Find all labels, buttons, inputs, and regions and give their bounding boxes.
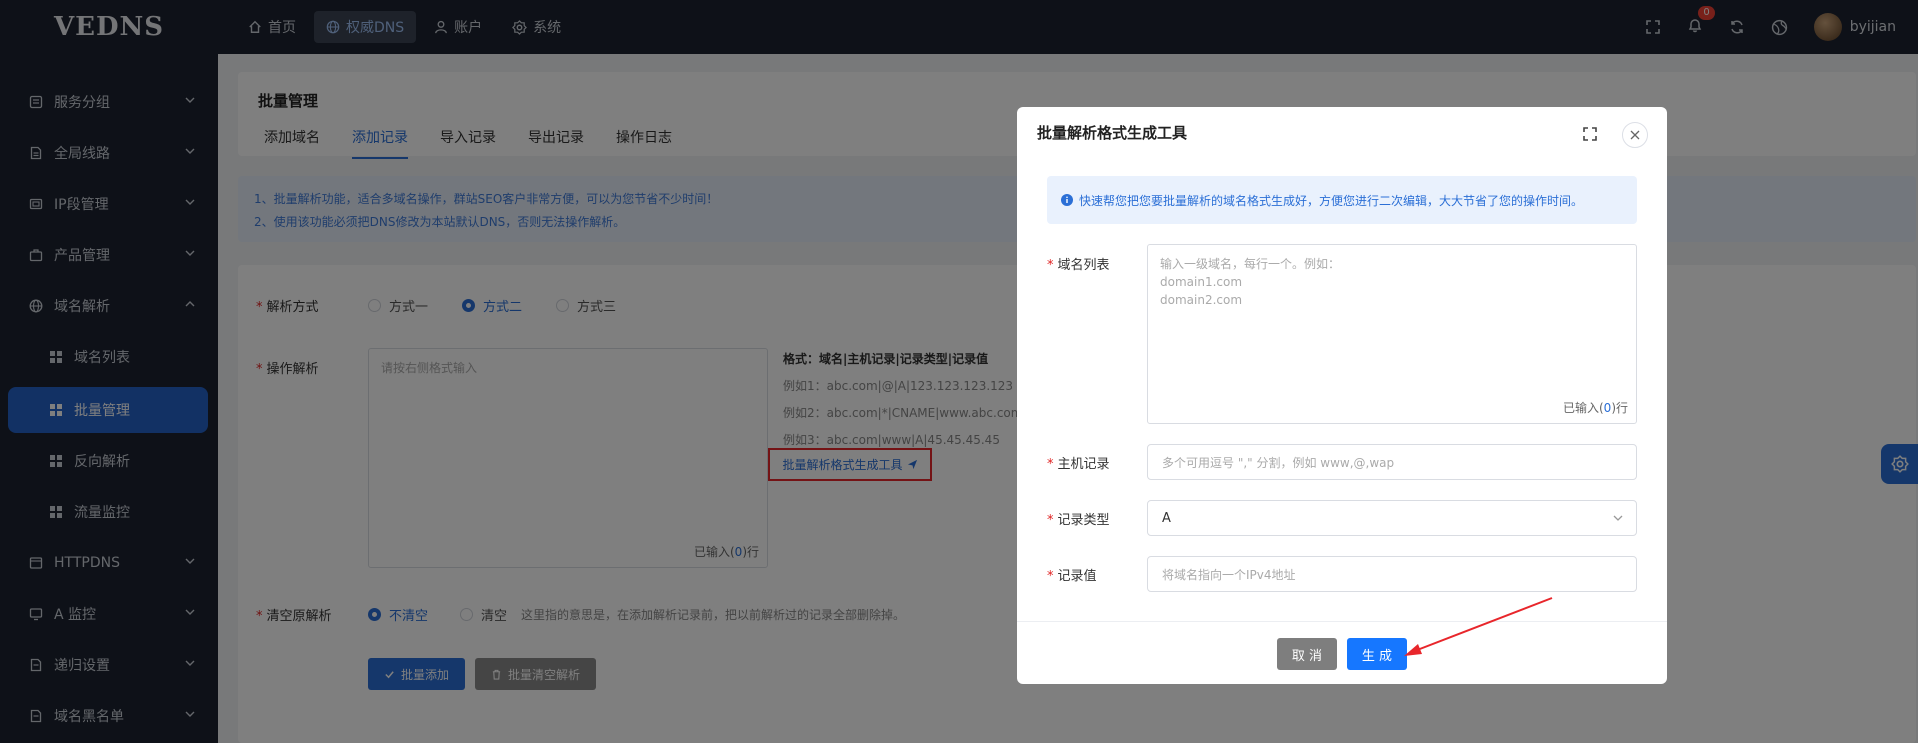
annotation-arrow-icon [1404, 597, 1553, 656]
cancel-button[interactable]: 取 消 [1277, 638, 1337, 670]
modal-tip-text: 快速帮您把您要批量解析的域名格式生成好，方便您进行二次编辑，大大节省了您的操作时… [1079, 193, 1584, 208]
value-input[interactable]: 将域名指向一个IPv4地址 [1147, 556, 1637, 592]
maximize-icon[interactable] [1582, 126, 1598, 142]
type-select[interactable]: A [1147, 500, 1637, 536]
value-placeholder: 将域名指向一个IPv4地址 [1162, 567, 1296, 582]
modal-footer-divider [1017, 621, 1667, 622]
domains-placeholder-2: domain1.com [1160, 275, 1243, 289]
type-label: * 记录类型 [1047, 513, 1110, 528]
generate-button[interactable]: 生 成 [1347, 638, 1407, 670]
domains-placeholder-3: domain2.com [1160, 293, 1243, 307]
modal-tip: 快速帮您把您要批量解析的域名格式生成好，方便您进行二次编辑，大大节省了您的操作时… [1047, 176, 1637, 224]
host-input[interactable]: 多个可用逗号 "," 分割，例如 www,@,wap [1147, 444, 1637, 480]
host-label: * 主机记录 [1047, 457, 1110, 472]
domains-line-counter: 已输入(0)行 [1562, 401, 1628, 415]
type-selected-value: A [1162, 510, 1171, 526]
format-generator-modal: 批量解析格式生成工具 快速帮您把您要批量解析的域名格式生成好，方便您进行二次编辑… [1017, 107, 1667, 684]
close-icon [1630, 130, 1640, 140]
value-label: * 记录值 [1047, 569, 1097, 584]
modal-title: 批量解析格式生成工具 [1037, 124, 1188, 142]
domains-label: * 域名列表 [1047, 258, 1110, 273]
chevron-down-icon [1613, 515, 1623, 521]
domains-textarea[interactable]: 输入一级域名，每行一个。例如： domain1.com domain2.com … [1147, 244, 1637, 424]
info-icon [1061, 194, 1073, 206]
domains-placeholder-1: 输入一级域名，每行一个。例如： [1160, 257, 1341, 271]
modal-close-button[interactable] [1622, 122, 1648, 148]
host-placeholder: 多个可用逗号 "," 分割，例如 www,@,wap [1162, 455, 1395, 470]
